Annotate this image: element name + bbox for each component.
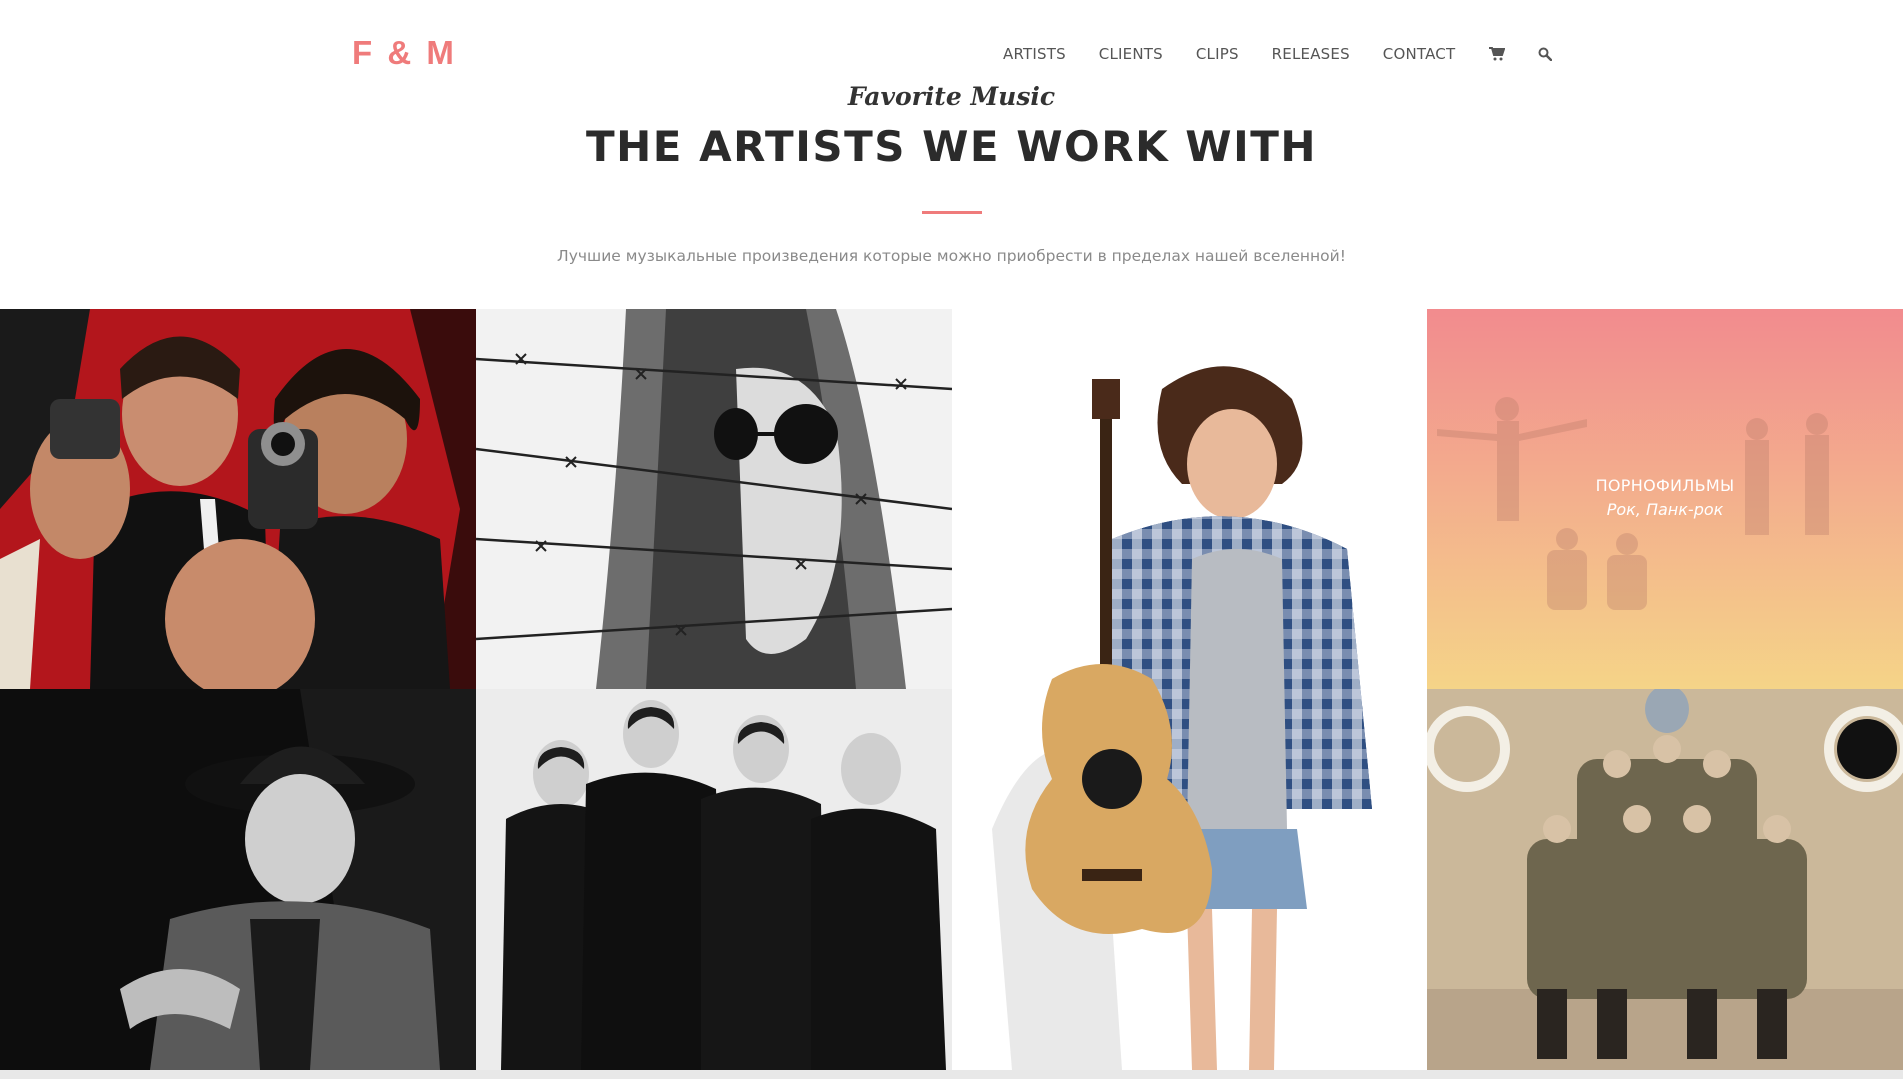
nav-item-artists[interactable]: ARTISTS [1003, 45, 1066, 63]
search-icon[interactable] [1536, 45, 1554, 63]
artist-photo-7 [1427, 689, 1903, 1070]
nav-item-releases[interactable]: RELEASES [1272, 45, 1350, 63]
artist-photo-4 [1427, 309, 1903, 689]
artist-tile-7[interactable] [1427, 689, 1903, 1070]
artist-tile-6[interactable] [476, 689, 952, 1070]
main-nav: ARTISTS CLIENTS CLIPS RELEASES CONTACT [1003, 43, 1554, 65]
artist-photo-2 [476, 309, 952, 689]
artist-tile-4[interactable]: ПОРНОФИЛЬМЫ Рок, Панк-рок [1427, 309, 1903, 689]
artist-tile-2[interactable] [476, 309, 952, 689]
title-divider [922, 211, 982, 214]
site-logo[interactable]: F & M [352, 34, 457, 72]
cart-icon[interactable] [1488, 45, 1506, 63]
nav-item-clients[interactable]: CLIENTS [1099, 45, 1163, 63]
section-subtitle: Лучшие музыкальные произведения которые … [557, 247, 1346, 265]
artist-genre: Рок, Панк-рок [1606, 500, 1724, 519]
artist-tile-1[interactable] [0, 309, 476, 689]
page-title: THE ARTISTS WE WORK WITH [585, 122, 1318, 171]
next-section-edge [0, 1070, 1903, 1079]
artist-name: ПОРНОФИЛЬМЫ [1595, 476, 1735, 495]
artist-photo-6 [476, 689, 952, 1070]
artist-tile-3[interactable] [952, 309, 1427, 1070]
nav-item-clips[interactable]: CLIPS [1196, 45, 1239, 63]
artist-photo-3 [952, 309, 1427, 1070]
artist-photo-5 [0, 689, 476, 1070]
artist-tile-5[interactable] [0, 689, 476, 1070]
artist-photo-1 [0, 309, 476, 689]
nav-item-contact[interactable]: CONTACT [1383, 45, 1456, 63]
section-kicker: Favorite Music [847, 82, 1056, 111]
